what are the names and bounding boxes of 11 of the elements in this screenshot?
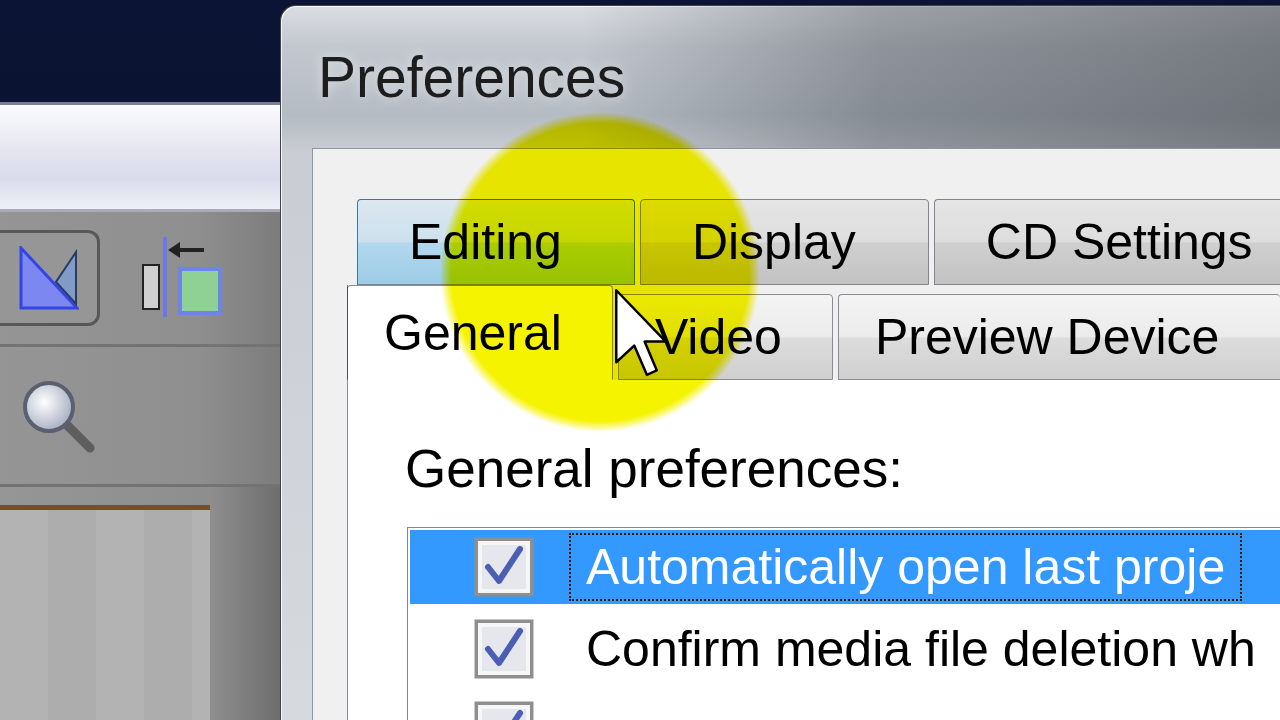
option-label: Automatically open last proje xyxy=(569,533,1243,601)
window-title: Preferences xyxy=(318,44,626,110)
arrow-square-icon xyxy=(141,237,224,319)
tab[interactable]: Preview Device xyxy=(837,294,1280,380)
option-label: Confirm media file deletion wh xyxy=(585,620,1257,679)
triangle-icon xyxy=(18,246,79,310)
section-label: General preferences: xyxy=(405,438,903,500)
checkbox[interactable] xyxy=(473,536,535,598)
checkbox[interactable] xyxy=(473,618,535,680)
list-row[interactable]: Confirm media file deletion wh xyxy=(410,612,1280,686)
tab[interactable]: CD Settings xyxy=(933,199,1280,285)
